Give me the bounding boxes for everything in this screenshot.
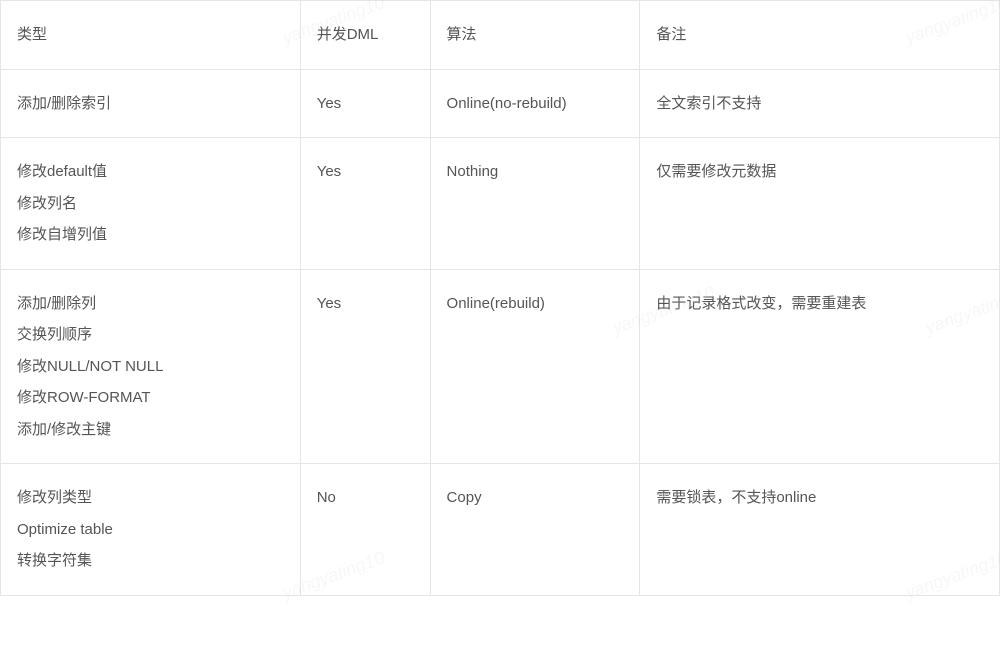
cell-dml: Yes xyxy=(300,138,430,270)
table-header-row: 类型 并发DML 算法 备注 xyxy=(1,1,1000,70)
ddl-operations-table: 类型 并发DML 算法 备注 添加/删除索引 Yes Online(no-reb… xyxy=(0,0,1000,596)
header-type: 类型 xyxy=(1,1,301,70)
cell-note: 需要锁表，不支持online xyxy=(640,464,1000,596)
type-line: 修改自增列值 xyxy=(17,219,284,251)
header-dml: 并发DML xyxy=(300,1,430,70)
header-algo: 算法 xyxy=(430,1,640,70)
table-row: 添加/删除列 交换列顺序 修改NULL/NOT NULL 修改ROW-FORMA… xyxy=(1,269,1000,464)
cell-type: 添加/删除列 交换列顺序 修改NULL/NOT NULL 修改ROW-FORMA… xyxy=(1,269,301,464)
cell-type: 添加/删除索引 xyxy=(1,69,301,138)
type-line: 修改列名 xyxy=(17,188,284,220)
table-row: 添加/删除索引 Yes Online(no-rebuild) 全文索引不支持 xyxy=(1,69,1000,138)
table-row: 修改default值 修改列名 修改自增列值 Yes Nothing 仅需要修改… xyxy=(1,138,1000,270)
cell-type: 修改列类型 Optimize table 转换字符集 xyxy=(1,464,301,596)
table-row: 修改列类型 Optimize table 转换字符集 No Copy 需要锁表，… xyxy=(1,464,1000,596)
cell-algo: Online(rebuild) xyxy=(430,269,640,464)
cell-note: 全文索引不支持 xyxy=(640,69,1000,138)
cell-algo: Nothing xyxy=(430,138,640,270)
type-line: 转换字符集 xyxy=(17,545,284,577)
type-line: Optimize table xyxy=(17,514,284,546)
cell-algo: Online(no-rebuild) xyxy=(430,69,640,138)
cell-dml: Yes xyxy=(300,269,430,464)
type-line: 修改default值 xyxy=(17,156,284,188)
cell-note: 仅需要修改元数据 xyxy=(640,138,1000,270)
cell-note: 由于记录格式改变，需要重建表 xyxy=(640,269,1000,464)
cell-dml: No xyxy=(300,464,430,596)
type-line: 添加/删除索引 xyxy=(17,88,284,120)
cell-type: 修改default值 修改列名 修改自增列值 xyxy=(1,138,301,270)
type-line: 添加/修改主键 xyxy=(17,414,284,446)
type-line: 修改NULL/NOT NULL xyxy=(17,351,284,383)
type-line: 修改列类型 xyxy=(17,482,284,514)
cell-dml: Yes xyxy=(300,69,430,138)
cell-algo: Copy xyxy=(430,464,640,596)
header-note: 备注 xyxy=(640,1,1000,70)
type-line: 交换列顺序 xyxy=(17,319,284,351)
type-line: 添加/删除列 xyxy=(17,288,284,320)
type-line: 修改ROW-FORMAT xyxy=(17,382,284,414)
